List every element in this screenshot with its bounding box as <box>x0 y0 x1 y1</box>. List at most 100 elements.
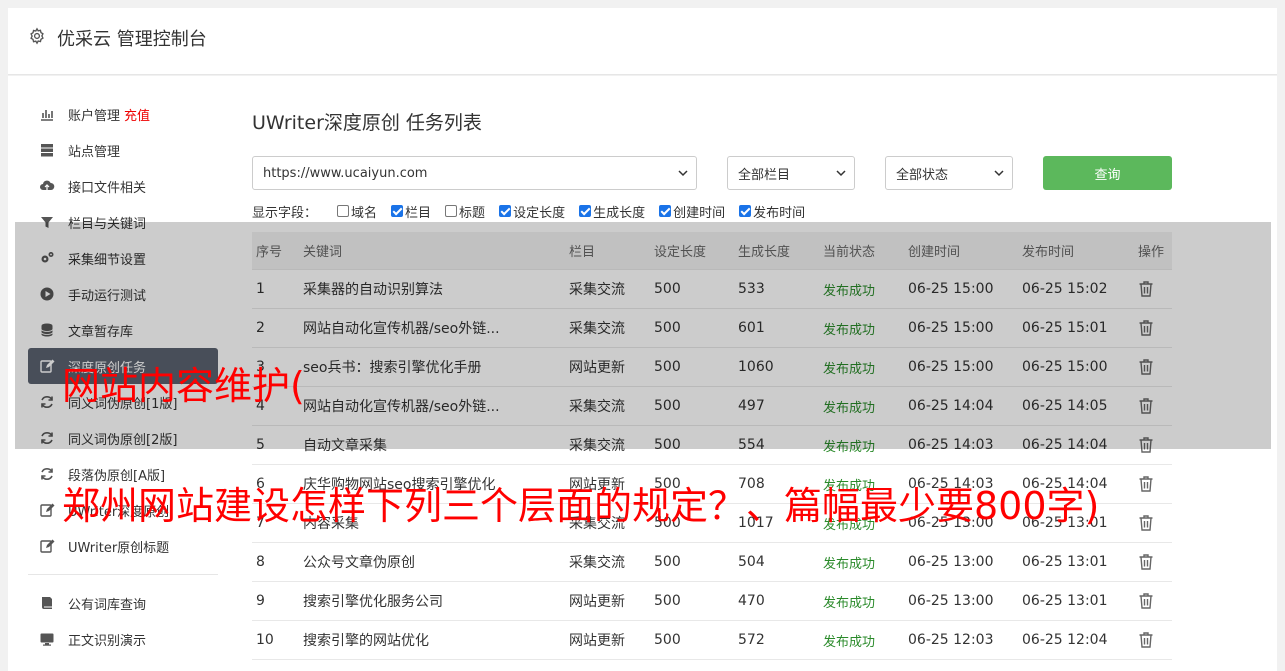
table-cell: 网站更新 <box>569 633 625 649</box>
status-select[interactable]: 全部状态 <box>885 156 1013 190</box>
checkbox-box[interactable] <box>499 205 512 217</box>
sidebar-item[interactable]: 公有词库查询 <box>28 585 218 621</box>
monitor-icon <box>38 630 56 648</box>
overlay-heading: 网站内容维护( <box>62 364 305 408</box>
sidebar-divider <box>28 574 218 575</box>
sidebar-item-label: 正文识别演示 <box>68 633 147 649</box>
column-select-value: 全部栏目 <box>738 167 791 183</box>
table-cell: 500 <box>654 632 681 648</box>
cloud-upload-icon <box>38 177 56 195</box>
field-checkbox[interactable]: 栏目 <box>391 202 431 221</box>
sidebar-item-label: 站点管理 <box>68 144 121 160</box>
content-area: UWriter深度原创 任务列表 https://www.ucaiyun.com… <box>252 96 1252 660</box>
table-cell: 500 <box>654 554 681 570</box>
field-checkbox-label: 设定长度 <box>513 205 566 221</box>
table-cell: 06-25 13:00 <box>908 554 994 570</box>
table-cell: 8 <box>256 554 265 570</box>
display-fields: 显示字段： 域名 栏目 标题 设定长度 生成长度 创建时间 发布时间 <box>252 201 819 221</box>
field-checkbox[interactable]: 生成长度 <box>579 202 645 221</box>
book-icon <box>38 594 56 612</box>
sidebar-item[interactable]: 正文识别演示 <box>28 621 218 657</box>
delete-button[interactable] <box>1138 543 1172 581</box>
table-cell: 公众号文章伪原创 <box>303 555 415 571</box>
sidebar-item-label: 接口文件相关 <box>68 180 147 196</box>
table-cell: 500 <box>654 593 681 609</box>
sidebar-item[interactable]: 账户管理 充值 <box>28 96 218 132</box>
table-cell: 470 <box>738 593 765 609</box>
chevron-down-icon <box>994 170 1004 177</box>
chevron-down-icon <box>678 170 688 177</box>
table-cell: 06-25 13:01 <box>1022 593 1108 609</box>
top-bar: 优采云 管理控制台 <box>8 8 1277 75</box>
sidebar-item-label: UWriter原创标题 <box>68 540 170 556</box>
table-row: 9 搜索引擎优化服务公司 网站更新 500 470 发布成功 06-25 13:00 06-2… <box>252 582 1172 621</box>
site-select[interactable]: https://www.ucaiyun.com <box>252 156 697 190</box>
checkbox-box[interactable] <box>391 205 404 217</box>
sidebar-item[interactable]: 接口文件相关 <box>28 168 218 204</box>
table-cell: 搜索引擎优化服务公司 <box>303 594 443 610</box>
delete-button[interactable] <box>1138 504 1172 542</box>
refresh-icon <box>38 465 56 483</box>
bar-chart-icon <box>38 105 56 123</box>
table-cell: 发布成功 <box>823 595 876 611</box>
table-cell: 06-25 13:01 <box>1022 554 1108 570</box>
field-checkbox[interactable]: 创建时间 <box>659 202 725 221</box>
field-checkbox[interactable]: 标题 <box>445 202 485 221</box>
app-title: 优采云 管理控制台 <box>57 29 207 50</box>
table-cell: 发布成功 <box>823 556 876 572</box>
checkbox-box[interactable] <box>579 205 592 217</box>
field-checkbox-label: 栏目 <box>405 205 432 221</box>
trash-icon <box>1138 592 1154 610</box>
trash-icon <box>1138 514 1154 532</box>
field-checkbox[interactable]: 发布时间 <box>739 202 805 221</box>
checkbox-box[interactable] <box>337 205 350 217</box>
display-fields-label: 显示字段： <box>252 205 318 221</box>
sidebar-item-label: 公有词库查询 <box>68 597 147 613</box>
filter-bar: https://www.ucaiyun.com 全部栏目 全部状态 查询 <box>252 156 1172 190</box>
table-row: 10 搜索引擎的网站优化 网站更新 500 572 发布成功 06-25 12:03 06-2… <box>252 621 1172 660</box>
sidebar-item[interactable]: 站点管理 <box>28 132 218 168</box>
field-checkbox[interactable]: 设定长度 <box>499 202 565 221</box>
field-checkbox-label: 标题 <box>459 205 486 221</box>
sidebar-item-label: 段落伪原创[A版] <box>68 468 166 484</box>
sidebar-item-label: 账户管理 <box>68 108 121 124</box>
recharge-link[interactable]: 充值 <box>124 105 150 124</box>
table-cell: 9 <box>256 593 265 609</box>
table-cell: 06-25 13:00 <box>908 593 994 609</box>
overlay-subheading: 郑州网站建设怎样下列三个层面的规定？、篇幅最少要800字) <box>62 484 1100 528</box>
table-cell: 搜索引擎的网站优化 <box>303 633 429 649</box>
checkbox-box[interactable] <box>445 205 458 217</box>
table-cell: 572 <box>738 632 765 648</box>
field-checkbox-label: 域名 <box>351 205 378 221</box>
server-icon <box>38 141 56 159</box>
table-cell: 网站更新 <box>569 594 625 610</box>
page-title: UWriter深度原创 任务列表 <box>252 112 482 134</box>
checkbox-box[interactable] <box>739 205 752 217</box>
field-checkbox-label: 发布时间 <box>753 205 806 221</box>
status-select-value: 全部状态 <box>896 167 949 183</box>
table-cell: 06-25 12:03 <box>908 632 994 648</box>
gear-icon <box>30 27 44 45</box>
edit-icon <box>38 537 56 555</box>
checkbox-box[interactable] <box>659 205 672 217</box>
field-checkbox-label: 生成长度 <box>593 205 646 221</box>
column-select[interactable]: 全部栏目 <box>727 156 855 190</box>
table-cell: 发布成功 <box>823 634 876 650</box>
overlay-band <box>15 222 1271 449</box>
delete-button[interactable] <box>1138 582 1172 620</box>
table-row: 8 公众号文章伪原创 采集交流 500 504 发布成功 06-25 13:00 06-25 … <box>252 543 1172 582</box>
table-cell: 10 <box>256 632 274 648</box>
sidebar-item[interactable]: UWriter原创标题 <box>28 528 218 564</box>
delete-button[interactable] <box>1138 465 1172 503</box>
chevron-down-icon <box>836 170 846 177</box>
table-cell: 采集交流 <box>569 555 625 571</box>
edit-icon <box>38 501 56 519</box>
delete-button[interactable] <box>1138 621 1172 659</box>
query-button[interactable]: 查询 <box>1043 156 1172 190</box>
site-select-value: https://www.ucaiyun.com <box>263 165 428 181</box>
field-checkbox[interactable]: 域名 <box>337 202 377 221</box>
trash-icon <box>1138 475 1154 493</box>
table-cell: 06-25 12:04 <box>1022 632 1108 648</box>
trash-icon <box>1138 553 1154 571</box>
field-checkbox-label: 创建时间 <box>673 205 726 221</box>
